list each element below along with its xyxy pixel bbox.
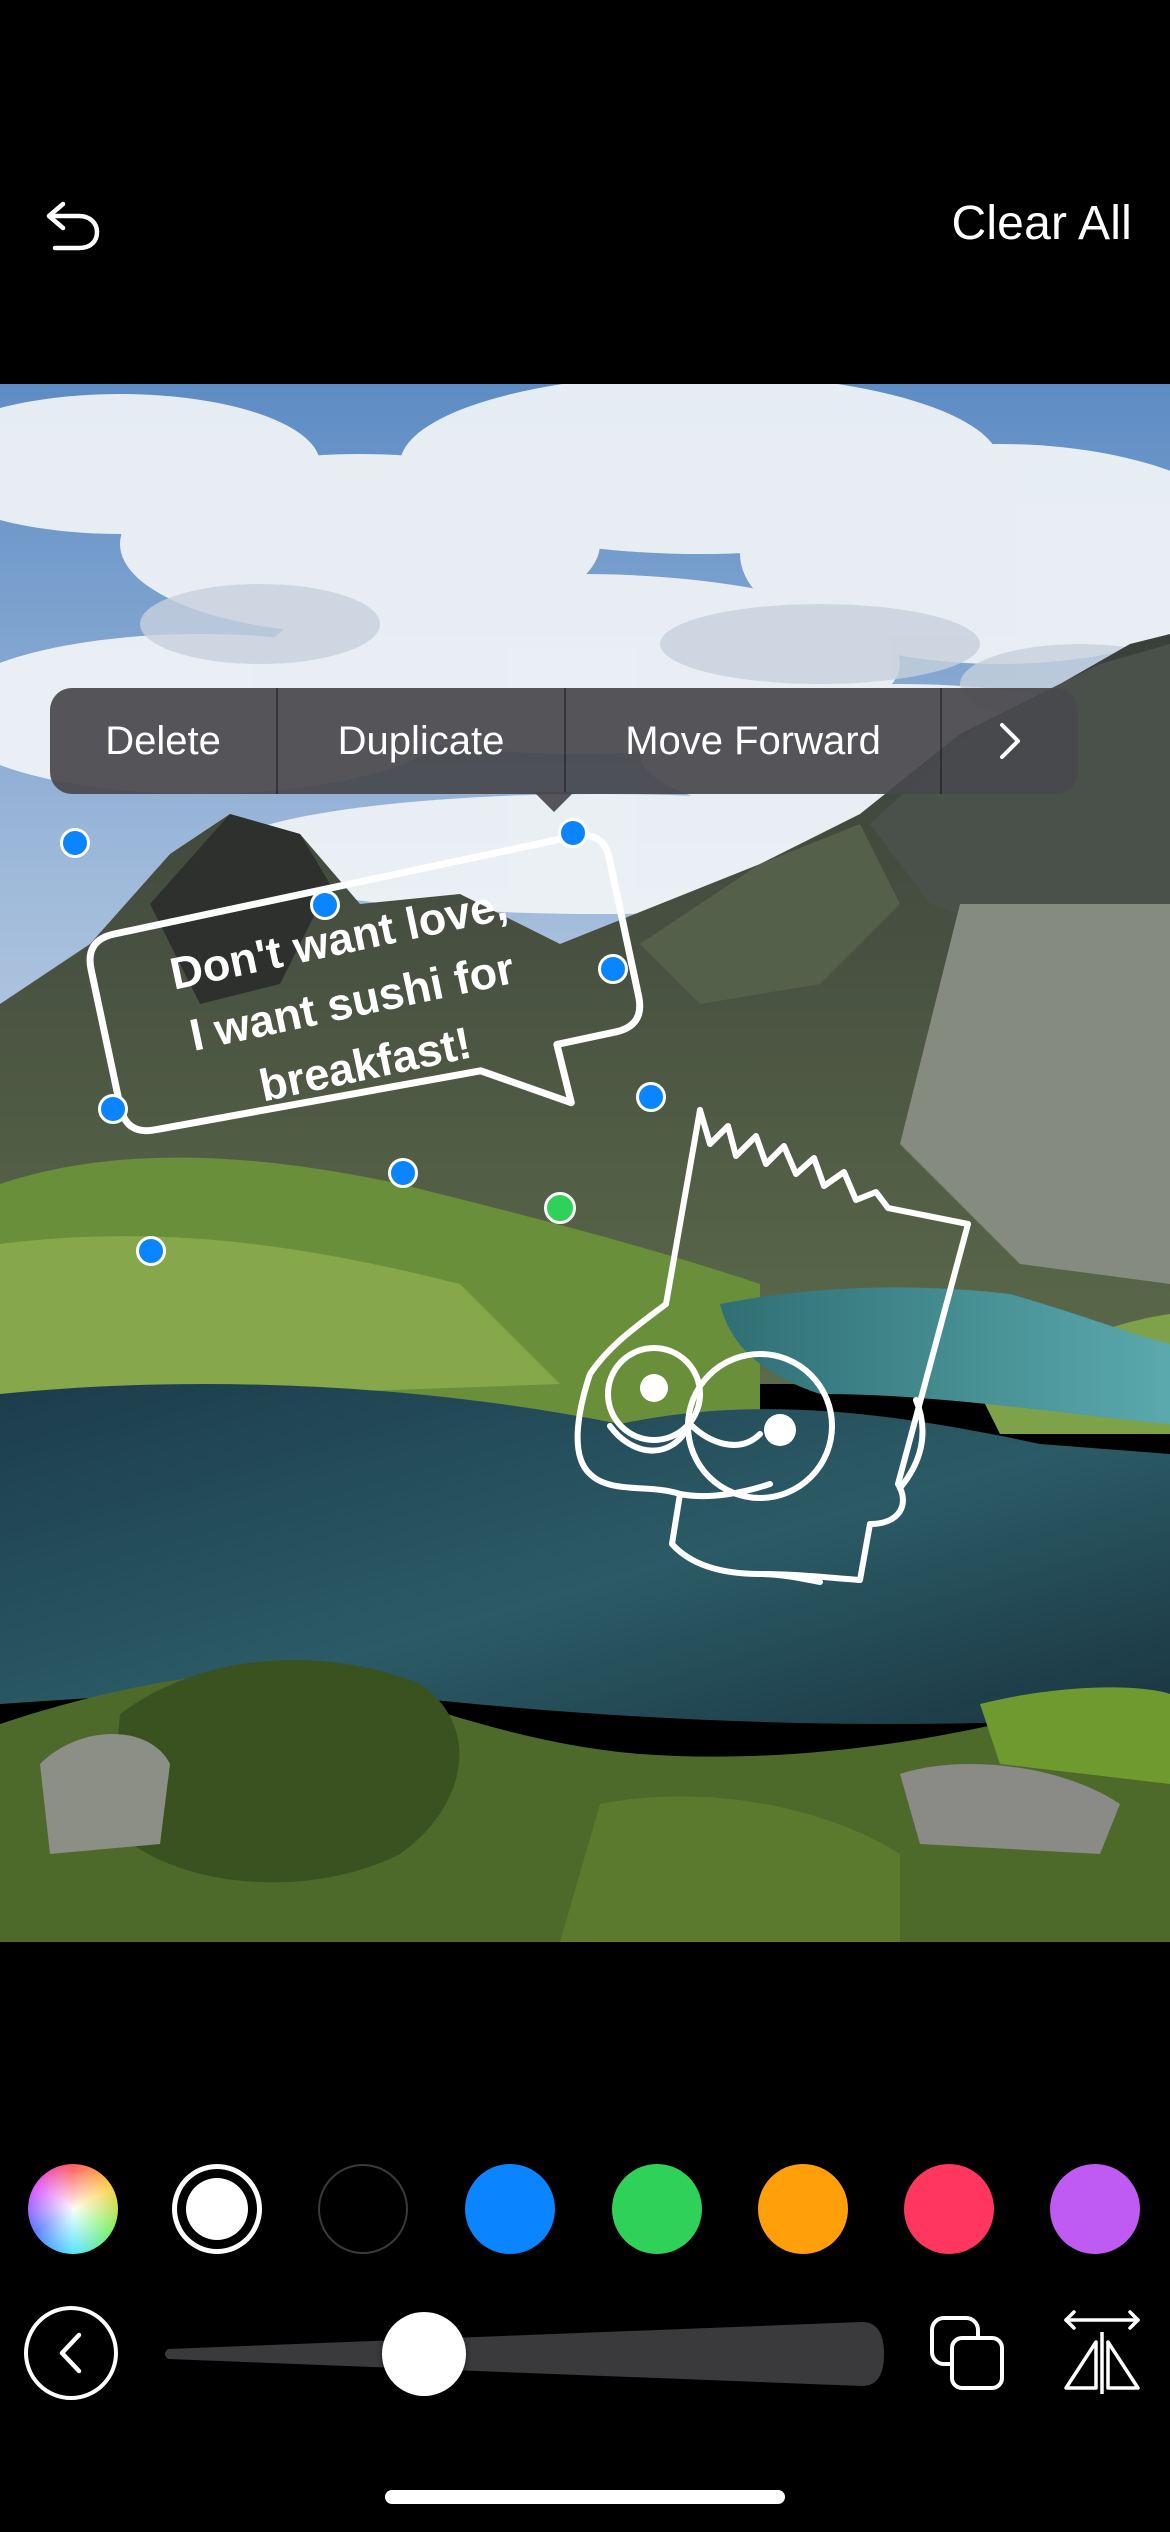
flip-horizontal-icon — [1064, 2310, 1140, 2394]
menu-item-delete[interactable]: Delete — [50, 688, 276, 794]
color-swatch-pink[interactable] — [904, 2164, 994, 2254]
resize-handle[interactable] — [136, 1236, 166, 1266]
chevron-left-icon — [59, 2332, 82, 2374]
menu-more-button[interactable] — [942, 688, 1078, 794]
undo-button[interactable] — [34, 188, 110, 264]
menu-item-duplicate[interactable]: Duplicate — [278, 688, 564, 794]
undo-arrow-icon — [46, 201, 100, 251]
color-swatch-blue[interactable] — [465, 2164, 555, 2254]
context-menu-pointer — [534, 792, 574, 812]
resize-handle[interactable] — [310, 890, 340, 920]
color-swatch-purple[interactable] — [1050, 2164, 1140, 2254]
resize-handle[interactable] — [388, 1158, 418, 1188]
flip-button[interactable] — [1060, 2308, 1144, 2396]
color-picker-rainbow[interactable] — [28, 2164, 118, 2254]
color-swatch-black[interactable] — [318, 2164, 408, 2254]
shapes-button[interactable] — [926, 2312, 1010, 2396]
brush-width-slider[interactable] — [162, 2312, 888, 2396]
overlapping-squares-icon — [930, 2316, 1004, 2390]
resize-handle[interactable] — [60, 828, 90, 858]
resize-handle[interactable] — [558, 818, 588, 848]
slider-track — [165, 2322, 884, 2386]
photo-canvas[interactable]: Don't want love, I want sushi for breakf… — [0, 384, 1170, 1942]
color-swatch-white[interactable] — [172, 2164, 262, 2254]
color-swatch-orange[interactable] — [758, 2164, 848, 2254]
menu-item-move-forward[interactable]: Move Forward — [566, 688, 940, 794]
resize-handle[interactable] — [98, 1094, 128, 1124]
back-button[interactable] — [24, 2306, 118, 2400]
context-menu: Delete Duplicate Move Forward — [50, 688, 1078, 794]
tail-handle[interactable] — [544, 1192, 576, 1224]
resize-handle[interactable] — [636, 1082, 666, 1112]
slider-thumb[interactable] — [382, 2312, 466, 2396]
resize-handle[interactable] — [598, 954, 628, 984]
chevron-right-icon — [1000, 723, 1020, 759]
clear-all-button[interactable]: Clear All — [951, 196, 1132, 251]
home-indicator — [385, 2490, 785, 2504]
color-swatch-green[interactable] — [612, 2164, 702, 2254]
